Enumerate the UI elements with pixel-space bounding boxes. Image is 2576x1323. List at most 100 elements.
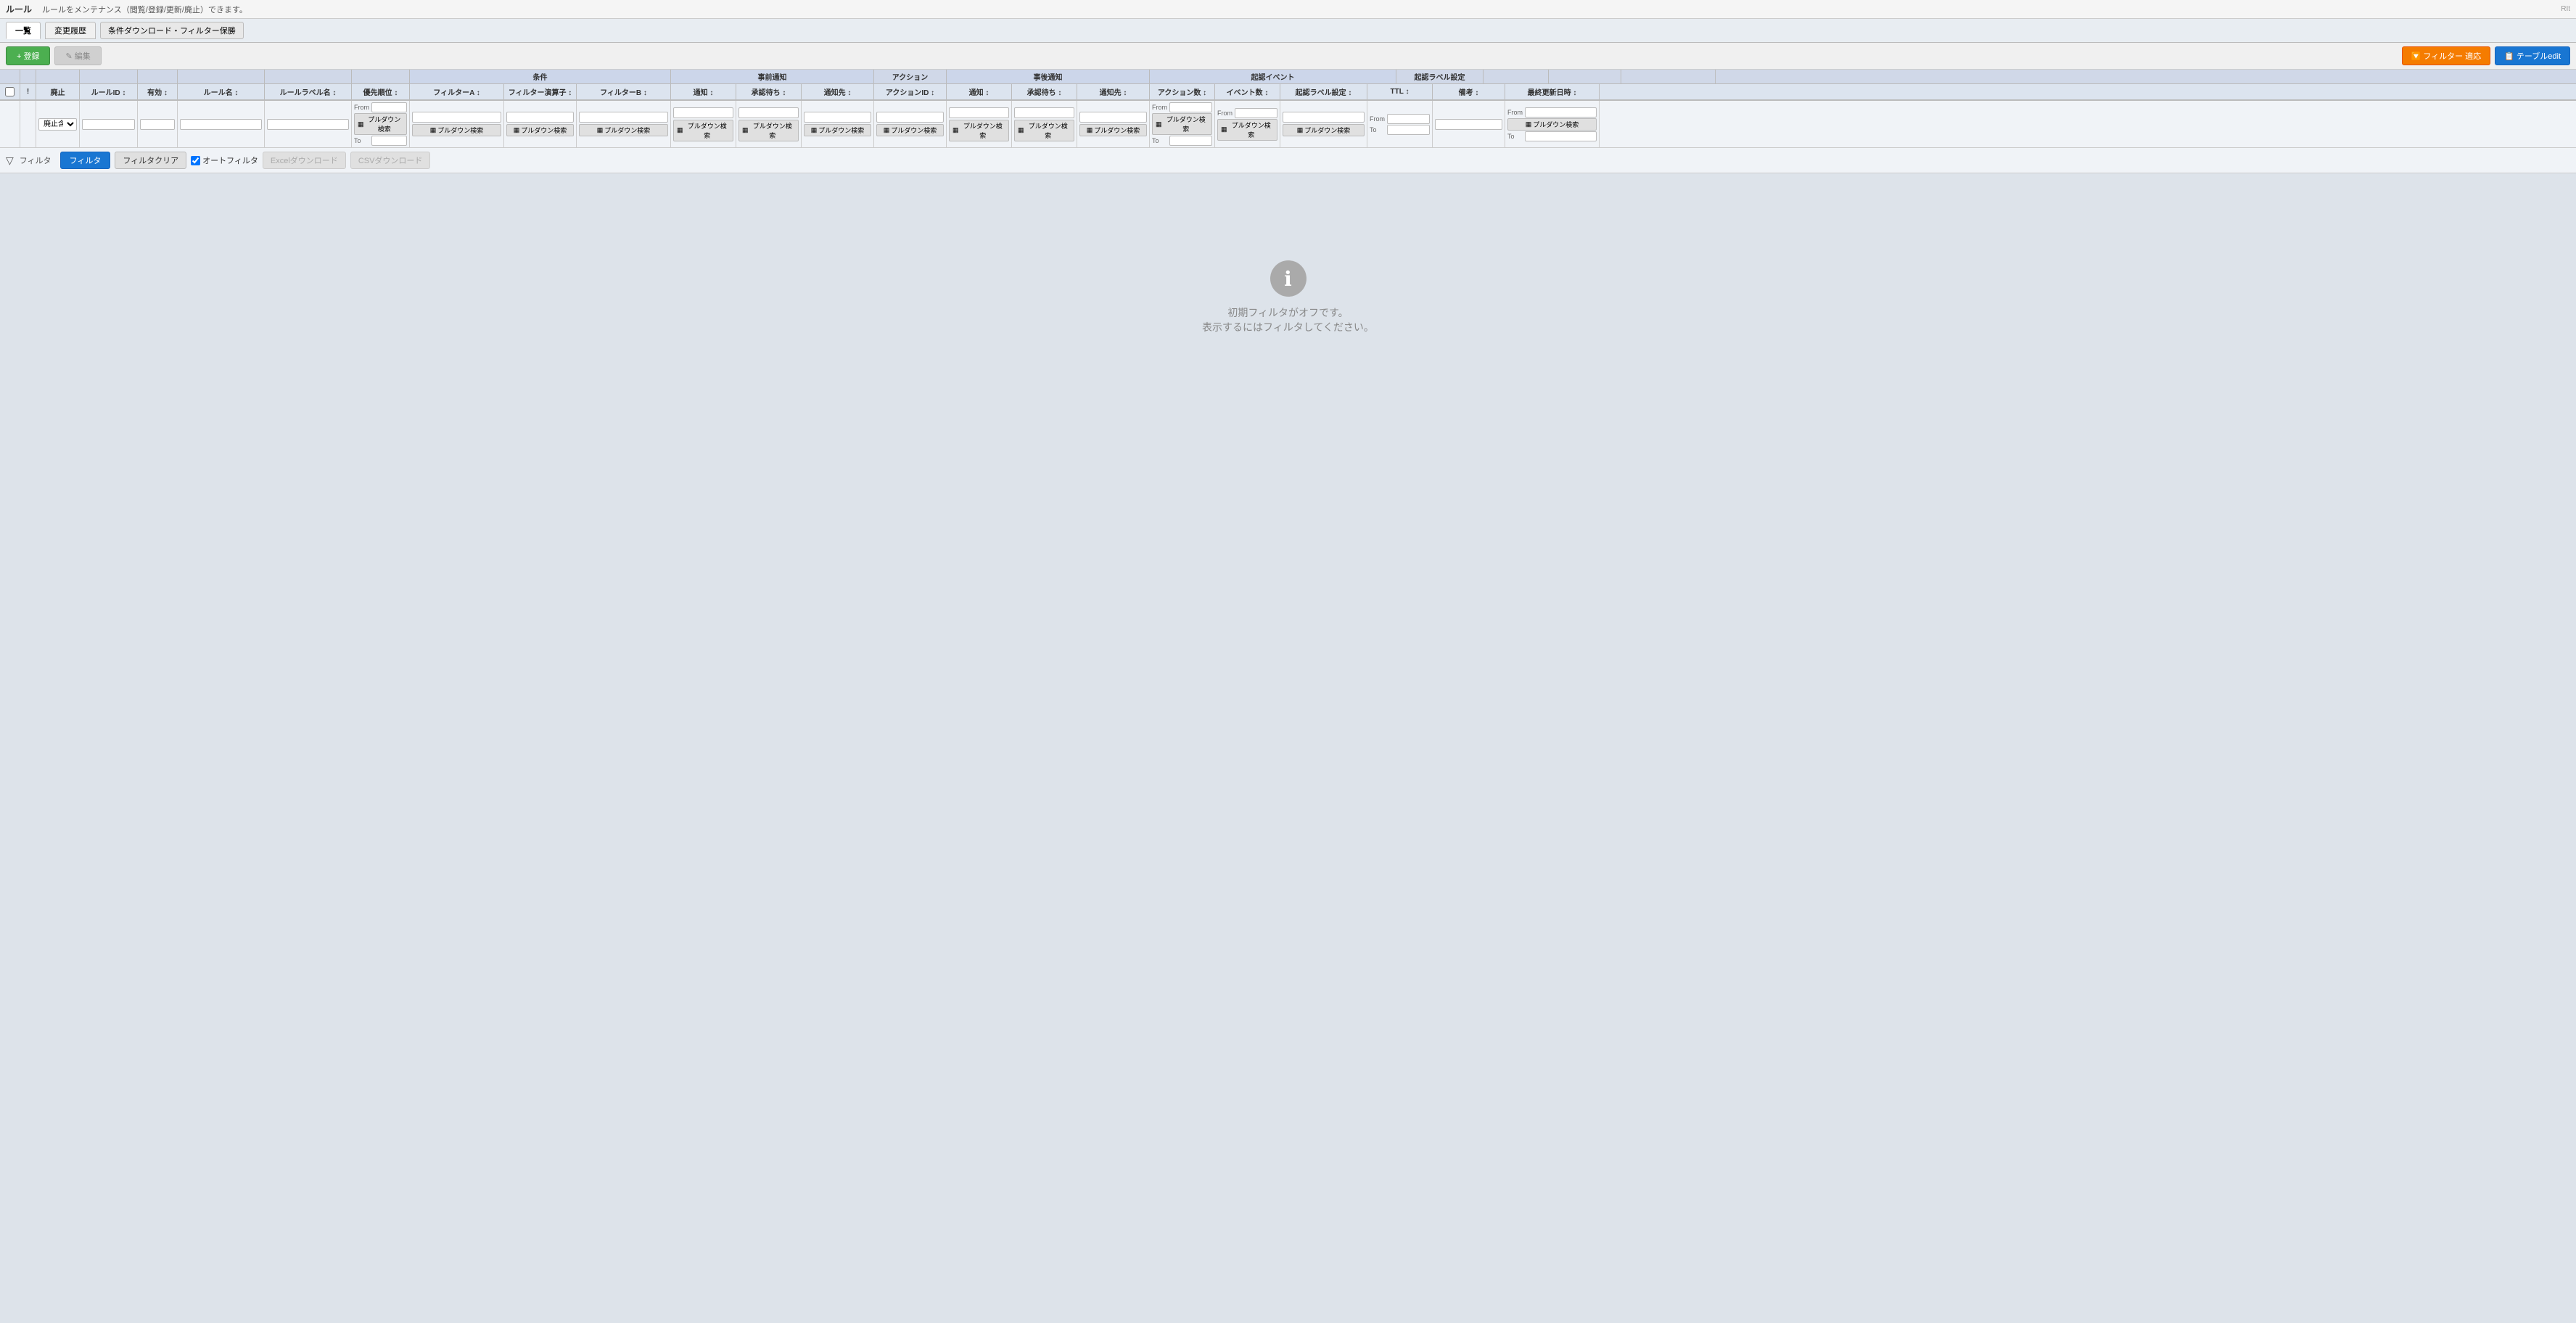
th-post-notify[interactable]: 通知 ↕	[947, 84, 1012, 99]
filter-label-name-input[interactable]	[267, 119, 349, 130]
th-label-name[interactable]: ルールラベル名 ↕	[265, 84, 352, 99]
priority-dropdown-btn[interactable]: ▦ プルダウン検索	[354, 113, 407, 135]
filter-b-dropdown[interactable]: ▦ プルダウン検索	[579, 124, 668, 136]
gh-action: アクション	[874, 70, 947, 83]
filter-b-input[interactable]	[579, 112, 668, 123]
post-notify-to-input[interactable]	[1079, 112, 1147, 123]
filter-op-dropdown[interactable]: ▦ プルダウン検索	[506, 124, 574, 136]
csv-download-button[interactable]: CSVダウンロード	[350, 152, 431, 169]
post-notify-to-dropdown[interactable]: ▦ プルダウン検索	[1079, 124, 1147, 136]
post-approve-input[interactable]	[1014, 107, 1074, 118]
gh-check	[0, 70, 20, 83]
fc-post-notify: ▦ プルダウン検索	[947, 101, 1012, 147]
th-pre-approve[interactable]: 承認待ち ↕	[736, 84, 802, 99]
nav-tabs: 一覧 変更履歴 条件ダウンロード・フィルター保勝	[0, 19, 2576, 43]
gh-disabled	[36, 70, 80, 83]
fc-disabled: 廃止含まず 廃止含む 廃止のみ	[36, 101, 80, 147]
fc-ex	[20, 101, 36, 147]
filter-valid-input[interactable]	[140, 119, 175, 130]
updated-from-label: From	[1507, 109, 1523, 116]
pre-approve-input[interactable]	[738, 107, 799, 118]
th-rule-id[interactable]: ルールID ↕	[80, 84, 138, 99]
th-check[interactable]	[0, 84, 20, 99]
th-filter-b[interactable]: フィルターB ↕	[577, 84, 671, 99]
action-cnt-from-to: From ▦ プルダウン検索 To	[1152, 102, 1212, 146]
th-note[interactable]: 備考 ↕	[1433, 84, 1505, 99]
th-rule-name[interactable]: ルール名 ↕	[178, 84, 265, 99]
post-notify-input[interactable]	[949, 107, 1009, 118]
filter-a-dropdown[interactable]: ▦ プルダウン検索	[412, 124, 501, 136]
th-updated[interactable]: 最終更新日時 ↕	[1505, 84, 1600, 99]
filter-apply-button[interactable]: 🔽 フィルター 適応	[2402, 46, 2491, 65]
th-event-cnt[interactable]: イベント数 ↕	[1215, 84, 1280, 99]
event-cnt-dropdown[interactable]: ▦ プルダウン検索	[1217, 119, 1277, 141]
filter-button[interactable]: フィルタ	[60, 152, 111, 169]
th-pre-notify[interactable]: 通知 ↕	[671, 84, 736, 99]
filter-a-input[interactable]	[412, 112, 501, 123]
pre-notify-dropdown-label: プルダウン検索	[685, 121, 730, 140]
disabled-select[interactable]: 廃止含まず 廃止含む 廃止のみ	[38, 118, 77, 131]
th-filter-op[interactable]: フィルター演算子 ↕	[504, 84, 577, 99]
pre-notify-to-input[interactable]	[804, 112, 871, 123]
tab-list[interactable]: 一覧	[6, 22, 41, 39]
th-filter-a[interactable]: フィルターA ↕	[410, 84, 504, 99]
filter-rule-name-input[interactable]	[180, 119, 262, 130]
th-post-approve[interactable]: 承認待ち ↕	[1012, 84, 1077, 99]
th-label-setting[interactable]: 起認ラベル設定 ↕	[1280, 84, 1367, 99]
action-id-dropdown[interactable]: ▦ プルダウン検索	[876, 124, 944, 136]
note-input[interactable]	[1435, 119, 1502, 130]
pre-approve-dropdown[interactable]: ▦ プルダウン検索	[738, 120, 799, 141]
btn-download-filter[interactable]: 条件ダウンロード・フィルター保勝	[100, 22, 244, 39]
th-action-cnt[interactable]: アクション数 ↕	[1150, 84, 1215, 99]
fc-action-id: ▦ プルダウン検索	[874, 101, 947, 147]
label-setting-dropdown[interactable]: ▦ プルダウン検索	[1283, 124, 1365, 136]
filter-clear-button[interactable]: フィルタクリア	[115, 152, 186, 169]
priority-to-input[interactable]	[371, 136, 407, 146]
pre-notify-dropdown[interactable]: ▦ プルダウン検索	[673, 120, 733, 141]
event-cnt-from-input[interactable]	[1235, 108, 1277, 118]
ttl-to-input[interactable]	[1387, 125, 1430, 135]
action-cnt-to-input[interactable]	[1169, 136, 1212, 146]
th-action-id[interactable]: アクションID ↕	[874, 84, 947, 99]
auto-filter-checkbox[interactable]	[191, 156, 200, 165]
filter-rule-id-input[interactable]	[82, 119, 135, 130]
fc-filter-b: ▦ プルダウン検索	[577, 101, 671, 147]
filter-a-dropdown-icon: ▦	[430, 126, 437, 134]
filter-op-input[interactable]	[506, 112, 574, 123]
updated-from-input[interactable]	[1525, 107, 1597, 118]
pre-notify-input[interactable]	[673, 107, 733, 118]
th-priority[interactable]: 優先順位 ↕	[352, 84, 410, 99]
action-cnt-dropdown-icon: ▦	[1156, 120, 1162, 128]
updated-dropdown[interactable]: ▦ プルダウン検索	[1507, 118, 1597, 131]
th-ttl[interactable]: TTL ↕	[1367, 84, 1433, 99]
action-cnt-dropdown[interactable]: ▦ プルダウン検索	[1152, 113, 1212, 135]
excel-download-button[interactable]: Excelダウンロード	[263, 152, 346, 169]
th-disabled[interactable]: 廃止	[36, 84, 80, 99]
add-button[interactable]: + 登録	[6, 46, 50, 65]
page-title: ルール	[6, 3, 32, 15]
th-valid[interactable]: 有効 ↕	[138, 84, 178, 99]
action-id-input[interactable]	[876, 112, 944, 123]
ttl-from-input[interactable]	[1387, 114, 1430, 124]
edit-button[interactable]: ✎ 編集	[54, 46, 101, 65]
updated-to-input[interactable]	[1525, 131, 1597, 141]
table-edit-button[interactable]: 📋 テーブルedit	[2495, 46, 2570, 65]
fc-pre-approve: ▦ プルダウン検索	[736, 101, 802, 147]
gh-ttl	[1484, 70, 1549, 83]
post-notify-dropdown[interactable]: ▦ プルダウン検索	[949, 120, 1009, 141]
ttl-from-label: From	[1370, 115, 1386, 123]
auto-filter-label[interactable]: オートフィルタ	[191, 154, 258, 166]
pre-notify-to-dropdown[interactable]: ▦ プルダウン検索	[804, 124, 871, 136]
label-setting-input[interactable]	[1283, 112, 1365, 123]
th-pre-notify-to[interactable]: 通知先 ↕	[802, 84, 874, 99]
select-all-checkbox[interactable]	[5, 87, 15, 96]
post-approve-dropdown[interactable]: ▦ プルダウン検索	[1014, 120, 1074, 141]
fc-pre-notify-to: ▦ プルダウン検索	[802, 101, 874, 147]
th-post-notify-to[interactable]: 通知先 ↕	[1077, 84, 1150, 99]
priority-from-input[interactable]	[371, 102, 407, 112]
action-cnt-from-input[interactable]	[1169, 102, 1212, 112]
tab-history[interactable]: 変更履歴	[45, 22, 96, 39]
gh-post-notify: 事後通知	[947, 70, 1150, 83]
priority-dropdown-icon: ▦	[358, 120, 364, 128]
fc-post-approve: ▦ プルダウン検索	[1012, 101, 1077, 147]
